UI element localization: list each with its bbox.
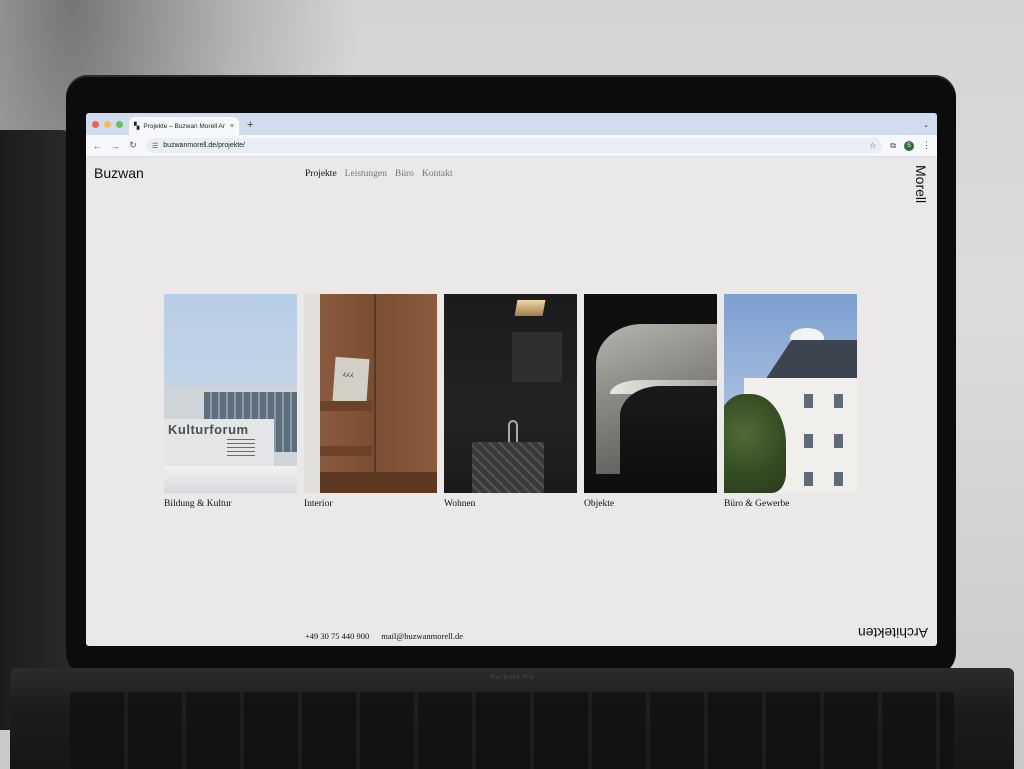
nav-leistungen[interactable]: Leistungen — [345, 169, 387, 179]
project-card-buero-gewerbe[interactable]: Büro & Gewerbe — [724, 294, 857, 509]
new-tab-button[interactable]: + — [239, 119, 253, 135]
project-caption[interactable]: Wohnen — [444, 499, 577, 509]
image-sign-text: Kulturforum — [168, 422, 249, 437]
image-panel-seam — [374, 294, 376, 493]
image-mirror — [512, 332, 562, 382]
project-image-buero-gewerbe[interactable] — [724, 294, 857, 493]
laptop-base: MacBook Pro — [10, 668, 1014, 769]
logo-buzwan[interactable]: Buzwan — [94, 165, 144, 181]
favicon-icon: ▚ — [134, 123, 140, 130]
image-marble-basin — [472, 442, 544, 493]
project-caption[interactable]: Büro & Gewerbe — [724, 499, 857, 509]
image-handle-cutout — [620, 386, 717, 476]
tab-search-button[interactable]: ⌄ — [923, 121, 937, 135]
keyboard — [70, 692, 954, 769]
footer-phone-link[interactable]: +49 30 75 440 900 — [305, 631, 369, 641]
project-caption[interactable]: Interior — [304, 499, 437, 509]
image-shelf — [320, 446, 372, 456]
back-icon[interactable]: ← — [92, 141, 102, 151]
main-nav: Projekte Leistungen Büro Kontakt — [305, 169, 453, 179]
image-window — [834, 472, 843, 486]
image-cabinet — [320, 472, 437, 493]
extensions-icon[interactable]: ⧉ — [890, 141, 896, 151]
browser-tab-active[interactable]: ▚ Projekte – Buzwan Morell Ar × — [129, 117, 239, 135]
image-sign-lines — [227, 439, 255, 457]
bookmark-star-icon[interactable]: ☆ — [869, 141, 876, 150]
image-faucet — [508, 420, 518, 444]
menu-kebab-icon[interactable]: ⋮ — [922, 140, 931, 151]
image-window — [834, 394, 843, 408]
footer-email-link[interactable]: mail@buzwanmorell.de — [381, 631, 463, 641]
project-card-bildung-kultur[interactable]: Kulturforum Bildung & Kultur — [164, 294, 297, 509]
logo-morell: Morell — [913, 165, 929, 204]
image-book-text: ⵃⵃⵃ — [342, 372, 354, 380]
browser-tab-bar: ▚ Projekte – Buzwan Morell Ar × + ⌄ — [86, 113, 937, 135]
project-image-objekte[interactable] — [584, 294, 717, 493]
nav-buero[interactable]: Büro — [395, 169, 414, 179]
window-controls — [86, 121, 129, 135]
site-settings-icon[interactable]: ☰ — [152, 142, 158, 150]
laptop-brand: MacBook Pro — [489, 674, 534, 681]
project-card-wohnen[interactable]: Wohnen — [444, 294, 577, 509]
image-lamp — [514, 300, 546, 316]
tab-close-icon[interactable]: × — [230, 123, 234, 130]
project-grid: Kulturforum Bildung & Kultur ⵃⵃⵃ Interio… — [164, 294, 857, 509]
image-book: ⵃⵃⵃ — [332, 356, 370, 404]
logo-architekten: Architekten — [857, 625, 928, 641]
project-image-bildung-kultur[interactable]: Kulturforum — [164, 294, 297, 493]
image-shelf — [320, 401, 372, 411]
tab-title: Projekte – Buzwan Morell Ar — [143, 122, 226, 130]
laptop-screen: ▚ Projekte – Buzwan Morell Ar × + ⌄ ← → … — [86, 113, 937, 646]
site-footer: +49 30 75 440 900 mail@buzwanmorell.de — [305, 631, 463, 641]
project-caption[interactable]: Bildung & Kultur — [164, 499, 297, 509]
website-content: Buzwan Projekte Leistungen Büro Kontakt … — [86, 157, 937, 646]
project-image-wohnen[interactable] — [444, 294, 577, 493]
image-window — [834, 434, 843, 448]
reload-icon[interactable]: ↻ — [128, 140, 138, 151]
image-window — [804, 434, 813, 448]
profile-avatar[interactable]: S — [904, 140, 914, 151]
nav-projekte[interactable]: Projekte — [305, 169, 337, 179]
image-window — [804, 394, 813, 408]
minimize-window-button[interactable] — [104, 121, 111, 128]
address-bar[interactable]: ☰ buzwanmorell.de/projekte/ ☆ — [146, 138, 883, 153]
forward-icon[interactable]: → — [110, 141, 120, 151]
maximize-window-button[interactable] — [116, 121, 123, 128]
nav-kontakt[interactable]: Kontakt — [422, 169, 453, 179]
project-caption[interactable]: Objekte — [584, 499, 717, 509]
project-card-objekte[interactable]: Objekte — [584, 294, 717, 509]
project-card-interior[interactable]: ⵃⵃⵃ Interior — [304, 294, 437, 509]
project-image-interior[interactable]: ⵃⵃⵃ — [304, 294, 437, 493]
browser-toolbar: ← → ↻ ☰ buzwanmorell.de/projekte/ ☆ ⧉ S … — [86, 135, 937, 157]
image-window — [804, 472, 813, 486]
image-ground — [164, 466, 297, 493]
url-text: buzwanmorell.de/projekte/ — [163, 142, 245, 149]
close-window-button[interactable] — [92, 121, 99, 128]
